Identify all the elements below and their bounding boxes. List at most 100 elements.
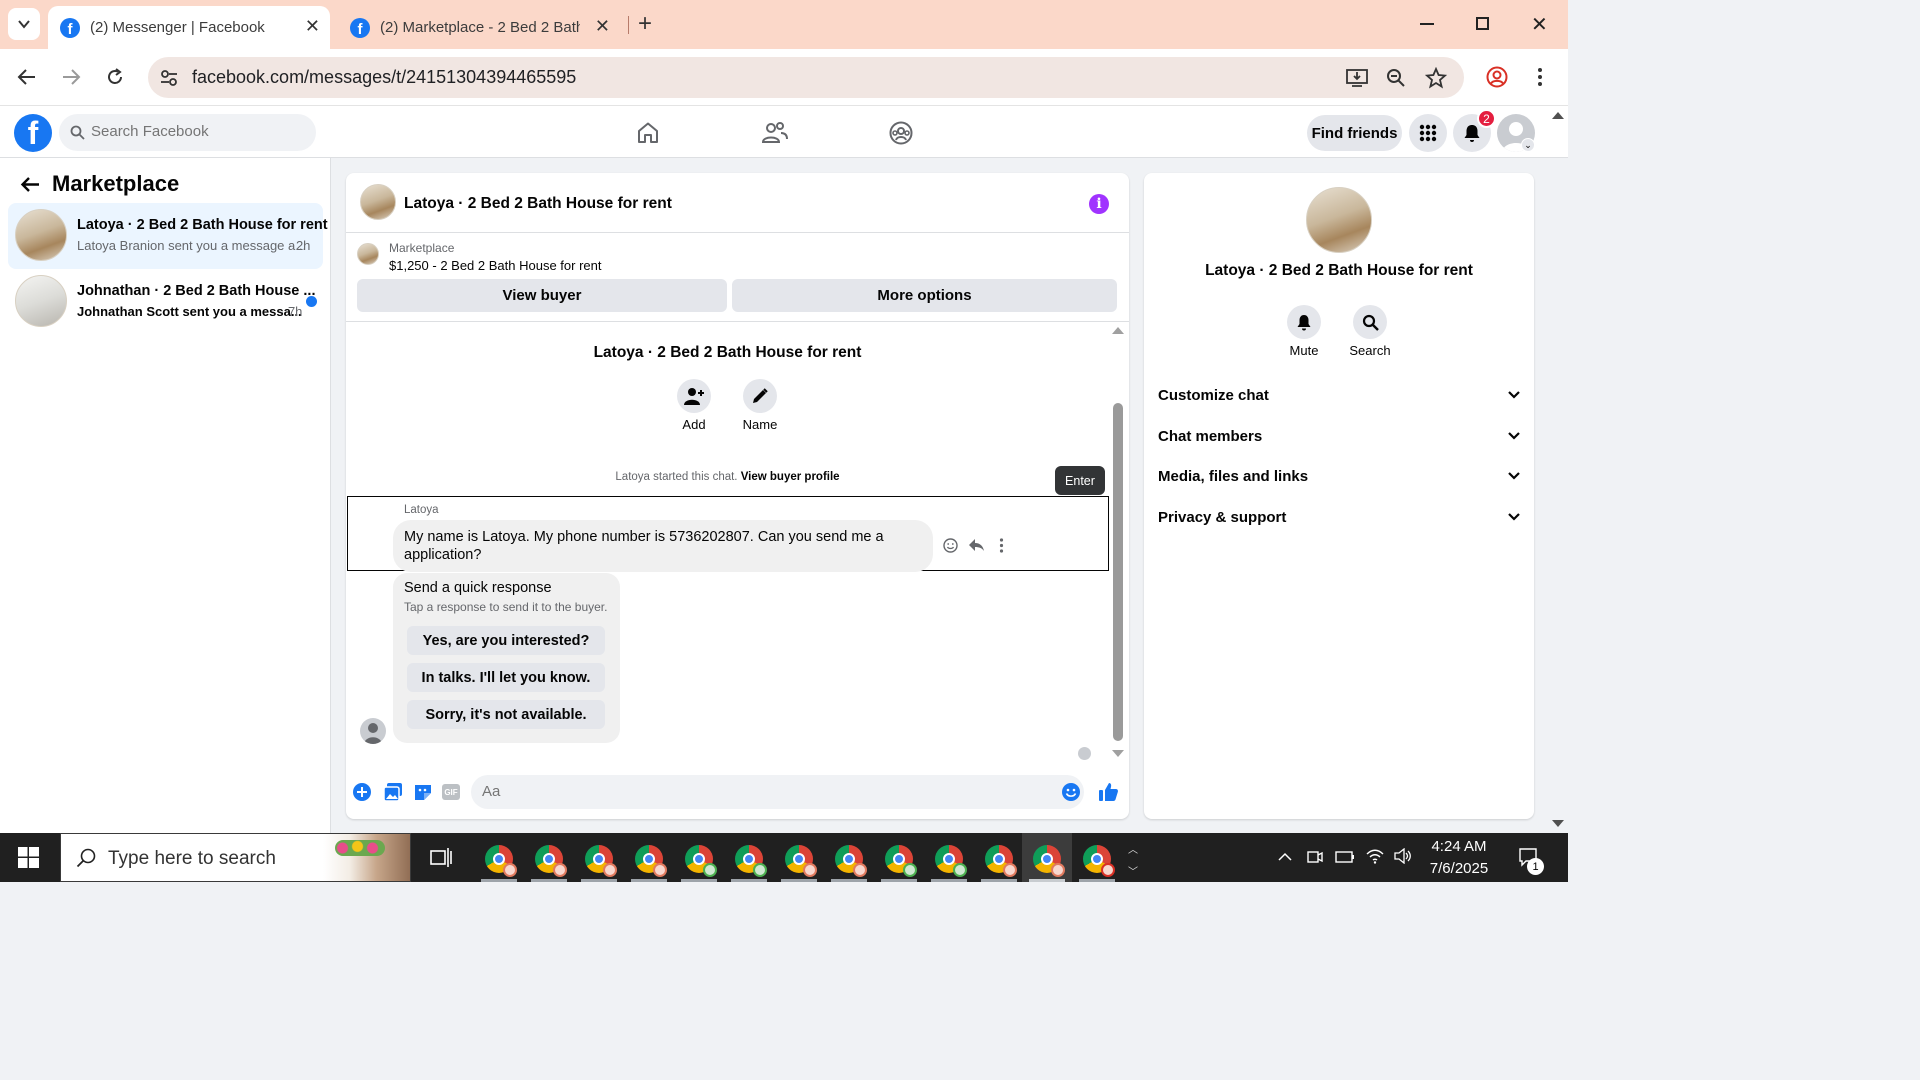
reply-icon[interactable] [968,537,985,553]
react-emoji-icon[interactable] [943,538,958,553]
volume-icon[interactable] [1394,848,1412,864]
message-input[interactable] [482,783,1042,800]
new-tab-button[interactable]: + [638,10,652,38]
chrome-taskbar-icon[interactable] [985,845,1017,877]
quick-response-yes[interactable]: Yes, are you interested? [407,626,605,655]
mute-button[interactable] [1287,305,1321,339]
chrome-taskbar-icon[interactable] [635,845,667,877]
search-in-chat-button[interactable] [1353,305,1387,339]
quick-response-in-talks[interactable]: In talks. I'll let you know. [407,663,605,692]
close-tab-icon[interactable]: ✕ [595,16,610,37]
chrome-taskbar-icon[interactable] [1083,845,1115,877]
battery-icon[interactable] [1335,851,1355,863]
friends-icon[interactable] [761,121,789,145]
page-scroll-up-arrow[interactable] [1552,112,1564,119]
close-window-button[interactable]: ✕ [1531,12,1548,37]
show-hidden-icons-icon[interactable] [1278,852,1292,861]
listing-text[interactable]: $1,250 - 2 Bed 2 Bath House for rent [389,258,601,273]
install-app-icon[interactable] [1346,68,1368,88]
add-person-icon [684,388,704,405]
more-actions-icon[interactable] [999,538,1004,553]
restore-button[interactable] [1476,17,1489,30]
tab-messenger[interactable]: f (2) Messenger | Facebook ✕ [48,6,330,49]
back-arrow-icon[interactable] [17,68,37,86]
back-arrow-icon[interactable] [20,176,40,193]
conversation-title: Latoya · 2 Bed 2 Bath House for rent [77,217,328,233]
photo-icon[interactable] [383,782,403,802]
wifi-icon[interactable] [1366,848,1384,864]
privacy-support-section[interactable]: Privacy & support [1158,502,1520,532]
chrome-taskbar-icon[interactable] [785,845,817,877]
sticker-icon[interactable] [413,782,433,802]
facebook-logo[interactable]: f [14,114,52,152]
quick-response-not-available[interactable]: Sorry, it's not available. [407,700,605,729]
add-people-button[interactable] [677,379,711,413]
home-icon[interactable] [636,121,660,145]
chat-members-section[interactable]: Chat members [1158,421,1520,451]
forward-arrow-icon[interactable] [61,68,81,86]
view-buyer-profile-link[interactable]: View buyer profile [741,471,840,483]
taskbar-search-placeholder: Type here to search [108,848,276,869]
media-files-links-section[interactable]: Media, files and links [1158,461,1520,491]
message-composer[interactable] [471,775,1084,809]
chat-avatar[interactable] [360,184,396,220]
clock-date[interactable]: 7/6/2025 [1420,860,1498,877]
site-settings-icon[interactable] [160,69,178,87]
profile-icon[interactable] [1486,66,1508,88]
chrome-taskbar-icon[interactable] [885,845,917,877]
omnibox[interactable]: facebook.com/messages/t/2415130439446559… [148,57,1464,98]
taskbar-scroll-down[interactable]: ﹀ [1128,863,1138,878]
info-icon[interactable]: i [1089,194,1109,214]
reload-icon[interactable] [105,67,125,87]
facebook-search[interactable] [59,114,316,151]
zoom-icon[interactable] [1386,68,1406,88]
browser-menu-icon[interactable] [1537,67,1543,87]
thumbs-up-icon[interactable] [1098,781,1119,802]
search-input[interactable] [91,123,301,140]
chrome-taskbar-icon[interactable] [935,845,967,877]
chrome-taskbar-icon[interactable] [685,845,717,877]
conversation-title: Johnathan · 2 Bed 2 Bath House ... [77,283,316,299]
facebook-header: f Find friends 2 ⌄ [0,106,1568,158]
taskbar-scroll-up[interactable]: ︿ [1128,841,1138,856]
more-options-button[interactable]: More options [732,279,1117,312]
task-view-icon[interactable] [430,847,452,868]
chrome-taskbar-icon[interactable] [485,845,517,877]
meet-now-icon[interactable] [1307,849,1323,865]
name-button[interactable] [743,379,777,413]
scrollbar-down-arrow[interactable] [1112,750,1124,757]
conversation-item[interactable]: Latoya · 2 Bed 2 Bath House for rent Lat… [8,203,328,269]
message-bubble[interactable]: My name is Latoya. My phone number is 57… [393,520,933,572]
groups-icon[interactable] [889,121,913,145]
gif-icon[interactable]: GIF [442,784,460,800]
bookmark-star-icon[interactable] [1425,67,1447,89]
account-chevron-icon[interactable]: ⌄ [1521,138,1535,152]
scrollbar-up-arrow[interactable] [1112,327,1124,334]
chrome-taskbar-icon-active[interactable] [1033,845,1065,877]
details-avatar[interactable] [1306,187,1372,253]
taskbar-search-box[interactable]: Type here to search [60,833,411,882]
listing-thumbnail [15,209,67,261]
tab-marketplace[interactable]: f (2) Marketplace - 2 Bed 2 Bath H ✕ [338,6,620,49]
page-scroll-down-arrow[interactable] [1552,820,1564,827]
conversation-preview: Latoya Branion sent you a message a... [77,238,307,253]
chat-header-title[interactable]: Latoya · 2 Bed 2 Bath House for rent [404,195,672,213]
plus-circle-icon[interactable] [352,782,372,802]
customize-chat-section[interactable]: Customize chat [1158,380,1520,410]
close-tab-icon[interactable]: ✕ [305,16,320,37]
chrome-taskbar-icon[interactable] [735,845,767,877]
find-friends-button[interactable]: Find friends [1307,115,1402,151]
chrome-taskbar-icon[interactable] [585,845,617,877]
conversation-item[interactable]: Johnathan · 2 Bed 2 Bath House ... Johna… [8,269,323,335]
scrollbar-thumb[interactable] [1113,403,1123,741]
chrome-taskbar-icon[interactable] [835,845,867,877]
menu-button[interactable] [1409,114,1447,152]
tab-search-button[interactable] [8,8,40,40]
windows-start-icon[interactable] [18,847,39,868]
view-buyer-button[interactable]: View buyer [357,279,727,312]
facebook-favicon-icon: f [350,17,370,38]
emoji-icon[interactable] [1061,782,1081,802]
clock-time[interactable]: 4:24 AM [1420,838,1498,855]
minimize-button[interactable] [1420,23,1434,25]
chrome-taskbar-icon[interactable] [535,845,567,877]
